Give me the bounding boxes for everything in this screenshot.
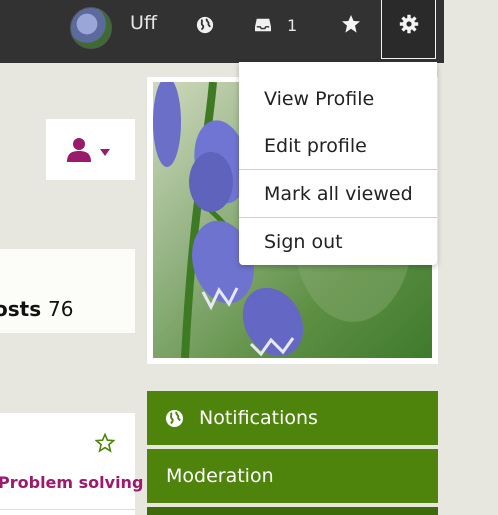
inbox-icon[interactable] xyxy=(254,17,272,33)
caret-down-icon xyxy=(100,149,110,156)
star-icon[interactable] xyxy=(341,14,361,34)
user-avatar[interactable] xyxy=(70,7,112,49)
nav-moderation[interactable]: Moderation xyxy=(147,449,438,503)
gear-icon xyxy=(399,14,419,34)
nav-notifications[interactable]: Notifications xyxy=(147,391,438,445)
username-link[interactable]: Uff xyxy=(130,12,157,34)
posts-stat-card: osts 76 xyxy=(0,249,135,333)
topic-card: Problem solving xyxy=(0,413,143,515)
top-navbar: Uff 1 xyxy=(0,0,444,63)
menu-item-sign-out[interactable]: Sign out xyxy=(239,218,437,265)
menu-item-edit-profile[interactable]: Edit profile xyxy=(239,122,437,169)
menu-item-mark-all-viewed[interactable]: Mark all viewed xyxy=(239,170,437,217)
posts-count: 76 xyxy=(48,297,74,321)
menu-item-label: Mark all viewed xyxy=(264,183,413,205)
menu-item-label: View Profile xyxy=(264,88,375,110)
user-icon xyxy=(67,138,91,162)
divider xyxy=(0,509,135,510)
nav-notifications-label: Notifications xyxy=(199,407,318,429)
menu-item-label: Sign out xyxy=(264,231,343,253)
star-outline-icon[interactable] xyxy=(95,433,115,453)
settings-button[interactable] xyxy=(381,0,436,59)
topic-link[interactable]: Problem solving xyxy=(0,473,143,492)
nav-moderation-label: Moderation xyxy=(166,465,274,487)
globe-icon[interactable] xyxy=(196,16,214,34)
inbox-count-badge[interactable]: 1 xyxy=(287,16,297,35)
user-dropdown-menu: View Profile Edit profile Mark all viewe… xyxy=(239,62,437,265)
user-menu-button[interactable] xyxy=(46,119,135,180)
globe-icon xyxy=(165,409,184,428)
menu-item-view-profile[interactable]: View Profile xyxy=(239,75,437,122)
nav-item-partial[interactable] xyxy=(147,507,438,515)
menu-item-label: Edit profile xyxy=(264,135,367,157)
posts-label: osts xyxy=(0,297,42,321)
